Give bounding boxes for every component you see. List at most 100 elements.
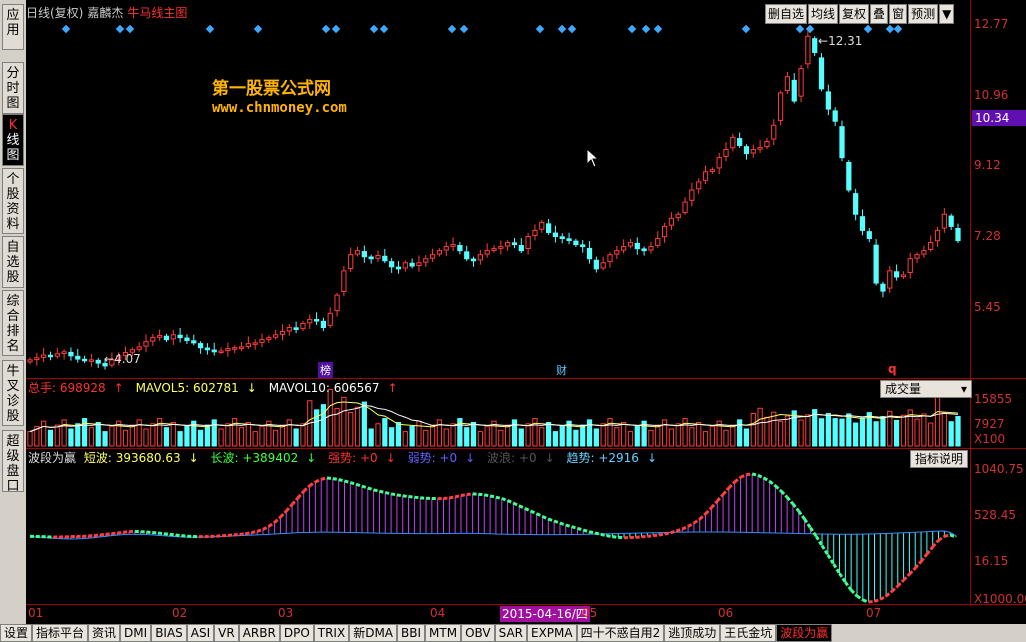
short-wave-segment — [373, 488, 380, 493]
bottom-tab-12[interactable]: MTM — [425, 624, 462, 642]
candle-body — [457, 244, 463, 252]
short-wave-segment — [262, 525, 270, 531]
short-wave-segment — [600, 532, 607, 538]
short-wave-segment — [414, 495, 421, 500]
short-wave-segment — [791, 502, 800, 513]
candle-body — [627, 242, 634, 247]
candle-body — [723, 149, 729, 157]
chart-svg[interactable] — [0, 0, 1026, 624]
short-wave-segment — [245, 531, 252, 536]
volume-bar — [293, 428, 299, 447]
short-wave-segment — [169, 532, 176, 537]
short-wave-segment — [774, 484, 783, 493]
short-wave-segment — [768, 480, 777, 488]
candle-body — [900, 274, 907, 278]
volume-bar — [157, 418, 163, 447]
candle-body — [477, 254, 483, 261]
short-wave-segment — [478, 492, 485, 497]
volume-bar — [341, 396, 347, 447]
bottom-tab-2[interactable]: 资讯 — [88, 624, 121, 642]
volume-bars — [27, 388, 961, 447]
volume-bar — [668, 428, 675, 447]
event-marker-cai[interactable]: 财 — [556, 362, 567, 378]
candle-body — [880, 283, 886, 292]
short-wave-segment — [123, 530, 130, 534]
signal-diamond — [115, 24, 125, 34]
short-wave-segment — [489, 494, 497, 499]
candle-body — [300, 322, 306, 330]
signal-diamond — [459, 24, 469, 34]
bottom-tab-9[interactable]: TRIX — [313, 624, 350, 642]
bottom-tab-11[interactable]: BBI — [397, 624, 426, 642]
candle-body — [375, 255, 381, 259]
bottom-tab-18[interactable]: 王氏金坑 — [720, 624, 777, 642]
volume-bar — [709, 425, 715, 447]
volume-indicator-dropdown[interactable]: 成交量 ▾ — [880, 380, 972, 398]
volume-bar — [382, 418, 388, 447]
bottom-tab-17[interactable]: 逃顶成功 — [664, 624, 721, 642]
candle-body — [197, 343, 204, 349]
volume-bar — [853, 422, 859, 447]
candle-body — [41, 354, 47, 358]
bottom-tab-5[interactable]: ASI — [186, 624, 215, 642]
volume-bar — [777, 420, 784, 447]
short-wave-segment — [652, 533, 660, 538]
wave-value: 波浪: +0 ↓ — [487, 451, 555, 465]
candle-body — [893, 271, 900, 278]
volume-bar — [348, 411, 354, 447]
mavol10-value: MAVOL10: 606567 ↑ — [268, 381, 398, 395]
volume-bar — [893, 419, 900, 447]
bottom-tab-4[interactable]: BIAS — [151, 624, 187, 642]
bottom-tab-16[interactable]: 四十不惑自用2 — [576, 624, 665, 642]
bottom-tab-13[interactable]: OBV — [461, 624, 495, 642]
candle-body — [464, 251, 470, 260]
candle-body — [334, 294, 340, 312]
volume-bar — [573, 429, 579, 447]
price-axis-line — [970, 0, 971, 606]
signal-diamond — [641, 24, 651, 34]
short-wave-segment — [541, 515, 549, 521]
volume-bar — [511, 419, 518, 447]
short-wave-segment — [361, 484, 369, 490]
candle-body — [839, 126, 845, 159]
event-marker-q[interactable]: q — [888, 362, 897, 376]
short-wave-segment — [163, 532, 170, 536]
indicator-tick: 528.45 — [974, 508, 1016, 522]
selected-date: 2015-04-16/四 — [500, 606, 590, 622]
volume-bar — [737, 419, 743, 447]
bottom-tab-10[interactable]: 新DMA — [349, 624, 398, 642]
bottom-tab-0[interactable]: 设置 — [0, 624, 33, 642]
volume-bar — [914, 418, 920, 447]
volume-bar — [75, 423, 81, 447]
indicator-help-button[interactable]: 指标说明 — [910, 450, 969, 468]
candle-body — [730, 136, 736, 149]
candle-body — [709, 169, 715, 172]
short-wave-segment — [832, 563, 841, 575]
bottom-tab-8[interactable]: DPO — [279, 624, 314, 642]
volume-bar — [238, 427, 245, 447]
bottom-tab-3[interactable]: DMI — [120, 624, 152, 642]
bottom-tab-15[interactable]: EXPMA — [527, 624, 577, 642]
bottom-tab-19[interactable]: 波段为赢 — [776, 624, 833, 642]
short-wave-segment — [553, 519, 561, 525]
candle-body — [873, 244, 879, 284]
event-marker-bang[interactable]: 榜 — [318, 362, 333, 378]
bottom-tab-6[interactable]: VR — [214, 624, 239, 642]
candle-body — [484, 250, 490, 255]
date-tick: 03 — [278, 606, 294, 620]
signal-diamond — [795, 24, 805, 34]
volume-bar — [450, 423, 456, 447]
volume-bar — [580, 424, 586, 447]
candle-body — [907, 258, 913, 273]
bottom-tab-14[interactable]: SAR — [494, 624, 527, 642]
bottom-tab-1[interactable]: 指标平台 — [32, 624, 89, 642]
volume-bar — [457, 418, 463, 447]
short-wave-segment — [314, 477, 322, 484]
volume-bar — [505, 424, 511, 447]
current-price-marker: 10.34 — [972, 110, 1026, 126]
bottom-tab-7[interactable]: ARBR — [238, 624, 280, 642]
short-wave-segment — [308, 480, 317, 488]
candle-body — [689, 189, 695, 201]
candle-body — [436, 250, 443, 255]
signal-diamond — [535, 24, 545, 34]
